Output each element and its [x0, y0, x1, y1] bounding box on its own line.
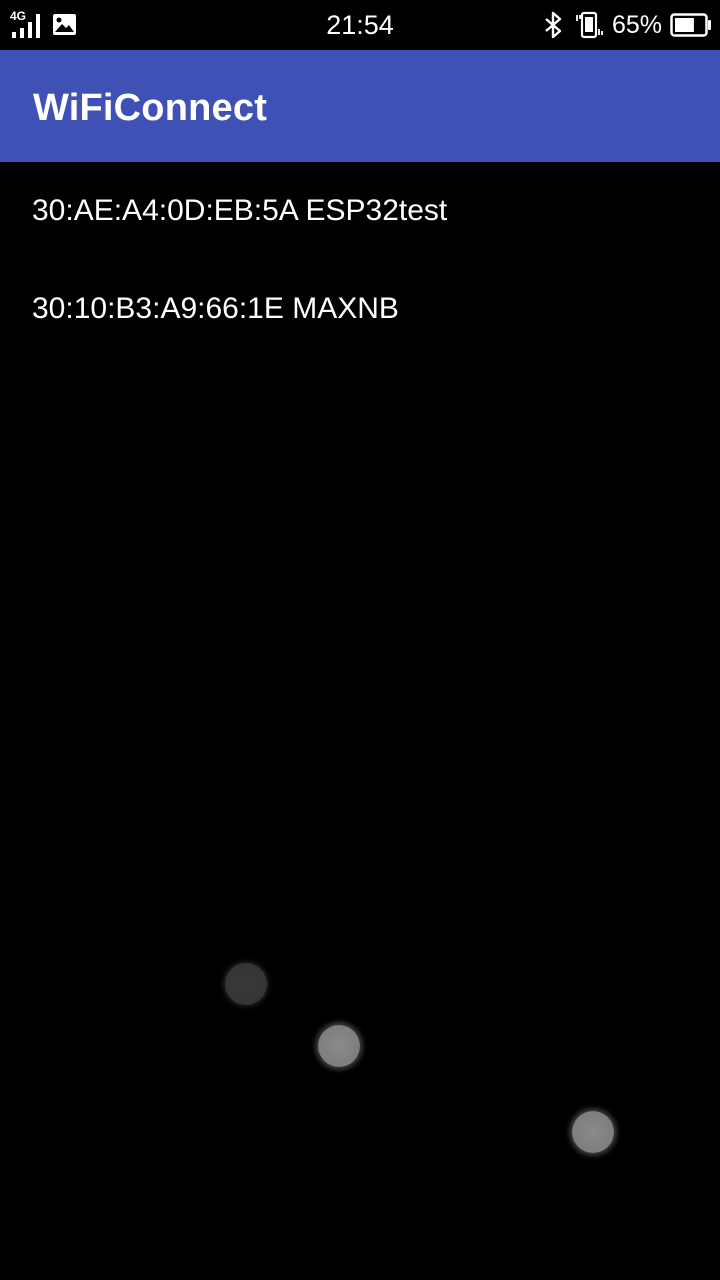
touch-indicator: [318, 1025, 360, 1067]
clock: 21:54: [326, 10, 394, 40]
gallery-icon: [53, 14, 76, 35]
touch-indicator: [572, 1111, 614, 1153]
bluetooth-icon: [545, 11, 562, 39]
list-item-device[interactable]: 30:10:B3:A9:66:1E MAXNB: [0, 260, 720, 358]
vibrate-icon: [576, 11, 603, 39]
device-list: 30:AE:A4:0D:EB:5A ESP32test 30:10:B3:A9:…: [0, 162, 720, 358]
app-title: WiFiConnect: [33, 87, 268, 129]
touch-indicator: [225, 963, 267, 1005]
status-bar: 4G 21:54 65%: [0, 0, 720, 50]
network-type-label: 4G: [10, 10, 26, 23]
battery-percentage: 65%: [612, 11, 663, 39]
screen: 4G 21:54 65% WiFiConnect 30:AE:A4:0D:EB:…: [0, 0, 720, 1280]
battery-icon: [670, 13, 711, 37]
battery-level-fill: [675, 18, 694, 32]
list-item-device[interactable]: 30:AE:A4:0D:EB:5A ESP32test: [0, 162, 720, 260]
signal-icon: 4G: [10, 10, 40, 38]
app-bar: WiFiConnect: [0, 50, 720, 162]
